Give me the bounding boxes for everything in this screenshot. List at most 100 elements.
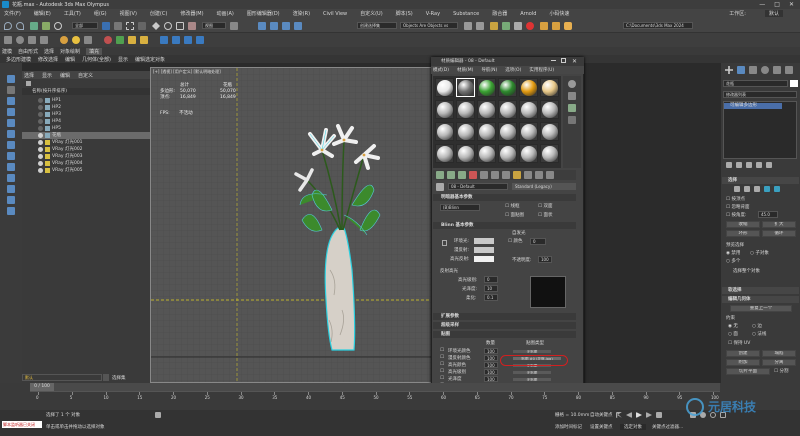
material-slot[interactable] xyxy=(519,100,538,119)
visibility-eye-icon[interactable] xyxy=(38,168,43,173)
preview-multi-radio[interactable]: ○ 多个 xyxy=(726,258,740,264)
link-icon[interactable] xyxy=(30,22,38,30)
wire-checkbox[interactable]: ☐ 线框 xyxy=(505,203,519,209)
ribbon-edit-selected[interactable]: 编辑选定对象 xyxy=(135,56,165,63)
object-set-field[interactable]: Objects Are Objects vs xyxy=(400,22,458,29)
visibility-eye-icon[interactable] xyxy=(38,140,43,145)
rect-region-icon[interactable] xyxy=(126,22,134,30)
map-slot-button[interactable]: 无贴图 xyxy=(512,377,552,382)
place-icon[interactable] xyxy=(188,22,196,30)
time-slider[interactable]: 0 / 100 xyxy=(30,383,720,391)
material-slot[interactable] xyxy=(540,78,559,97)
map-enable-checkbox[interactable]: ☐ xyxy=(440,369,444,374)
explorer-lights-icon[interactable] xyxy=(7,119,15,127)
menu-create[interactable]: 创建(C) xyxy=(150,10,167,17)
angle-snap-icon[interactable] xyxy=(270,22,278,30)
preview-subobj-radio[interactable]: ○ 子对象 xyxy=(750,250,769,256)
material-slot[interactable] xyxy=(435,122,454,141)
put-to-library-icon[interactable] xyxy=(491,171,499,179)
material-slot[interactable] xyxy=(477,122,496,141)
material-slot[interactable] xyxy=(477,144,496,163)
explorer-helpers-icon[interactable] xyxy=(7,141,15,149)
explorer-xrefs-icon[interactable] xyxy=(7,174,15,182)
by-vertex-checkbox[interactable]: ☐ 按顶点 xyxy=(726,196,745,202)
explorer-cameras-icon[interactable] xyxy=(7,130,15,138)
element-mode-icon[interactable] xyxy=(774,186,780,192)
constraint-normal-radio[interactable]: ○ 法线 xyxy=(752,331,766,337)
angle-field[interactable]: 45.0 xyxy=(758,211,778,218)
visibility-eye-icon[interactable] xyxy=(38,112,43,117)
visibility-eye-icon[interactable] xyxy=(38,126,43,131)
scene-row[interactable]: VRay 灯光001 xyxy=(22,139,150,146)
self-illum-field[interactable]: 0 xyxy=(530,238,546,245)
material-slot[interactable] xyxy=(435,100,454,119)
opacity-field[interactable]: 100 xyxy=(538,256,552,263)
map-slot-button[interactable]: 无贴图 xyxy=(512,370,552,375)
vray-settings-icon[interactable] xyxy=(196,36,204,44)
vray-proxy-icon[interactable] xyxy=(116,36,124,44)
material-slot[interactable] xyxy=(519,122,538,141)
vray-sun-icon[interactable] xyxy=(72,36,80,44)
polygon-mode-icon[interactable] xyxy=(764,186,770,192)
constraint-edge-radio[interactable]: ○ 边 xyxy=(752,323,762,329)
ref-coord-dropdown[interactable]: 视图 xyxy=(202,22,226,29)
by-angle-checkbox[interactable]: ☐ 按角度: xyxy=(726,212,747,218)
eyedropper-icon[interactable] xyxy=(436,183,444,191)
put-to-scene-icon[interactable] xyxy=(447,171,455,179)
explorer-display-icon[interactable] xyxy=(7,86,15,94)
pin-stack-icon[interactable] xyxy=(726,162,732,168)
schematic-icon[interactable] xyxy=(514,22,522,30)
scene-row[interactable]: VRay 灯光002 xyxy=(22,146,150,153)
unlink-icon[interactable] xyxy=(42,22,50,30)
uv-tiling-icon[interactable] xyxy=(568,116,576,124)
material-slot[interactable] xyxy=(540,100,559,119)
detach-button[interactable]: 分离 xyxy=(762,359,796,366)
create-box-icon[interactable] xyxy=(4,36,12,44)
menu-quick-tools[interactable]: 小码快速 xyxy=(549,10,569,17)
selection-set-button[interactable]: 选择集 xyxy=(112,375,126,381)
material-editor-icon[interactable] xyxy=(526,22,534,30)
visibility-eye-icon[interactable] xyxy=(38,119,43,124)
menu-customize[interactable]: 自定义(U) xyxy=(360,10,383,17)
spec-level-field[interactable]: 0 xyxy=(484,276,498,283)
spinner-snap-icon[interactable] xyxy=(294,22,302,30)
explorer-frozen-icon[interactable] xyxy=(7,207,15,215)
create-button[interactable]: 创建 xyxy=(726,350,760,357)
ribbon-tab-object-paint[interactable]: 对象绘制 xyxy=(60,48,80,55)
menu-civil-view[interactable]: Civil View xyxy=(323,11,347,17)
preview-off-radio[interactable]: ◉ 禁用 xyxy=(726,250,740,256)
align-icon[interactable] xyxy=(476,22,484,30)
material-slot[interactable] xyxy=(456,122,475,141)
ribbon-display[interactable]: 显示 xyxy=(118,56,128,63)
add-time-tag[interactable]: 添加时间标记 xyxy=(555,424,582,430)
menu-group[interactable]: 组(G) xyxy=(94,10,107,17)
map-enable-checkbox[interactable]: ☐ xyxy=(440,376,444,381)
material-name-field[interactable]: 08 - Default xyxy=(448,183,508,190)
undo-icon[interactable] xyxy=(4,22,12,30)
object-name-field[interactable]: 花瓶 xyxy=(723,80,788,87)
scene-row[interactable]: HP3 xyxy=(22,111,150,118)
window-crossing-icon[interactable] xyxy=(138,22,146,30)
scene-tab-customize[interactable]: 自定义 xyxy=(78,72,93,79)
reset-map-icon[interactable] xyxy=(469,171,477,179)
menu-views[interactable]: 视图(V) xyxy=(120,10,137,17)
explorer-geometry-icon[interactable] xyxy=(7,97,15,105)
faceted-checkbox[interactable]: ☐ 面状 xyxy=(538,212,552,218)
material-slot[interactable] xyxy=(498,144,517,163)
scene-row[interactable]: HP2 xyxy=(22,104,150,111)
preserve-uv-checkbox[interactable]: ☐ 保持 UV xyxy=(728,340,750,346)
show-end-result-stack-icon[interactable] xyxy=(736,162,742,168)
visibility-eye-icon[interactable] xyxy=(38,133,43,138)
two-sided-checkbox[interactable]: ☐ 双面 xyxy=(538,203,552,209)
maps-header[interactable]: 贴图 xyxy=(433,331,576,338)
edit-geometry-header[interactable]: 编辑几何体 xyxy=(722,296,799,303)
vray-frame-icon[interactable] xyxy=(172,36,180,44)
create-sphere-icon[interactable] xyxy=(16,36,24,44)
selected-dropdown[interactable]: 选定对象 xyxy=(620,424,646,430)
visibility-eye-icon[interactable] xyxy=(38,147,43,152)
material-slot[interactable] xyxy=(456,100,475,119)
material-slot[interactable] xyxy=(435,144,454,163)
glossiness-field[interactable]: 10 xyxy=(484,285,498,292)
menu-file[interactable]: 文件(F) xyxy=(4,10,21,17)
layer-icon[interactable] xyxy=(490,22,498,30)
